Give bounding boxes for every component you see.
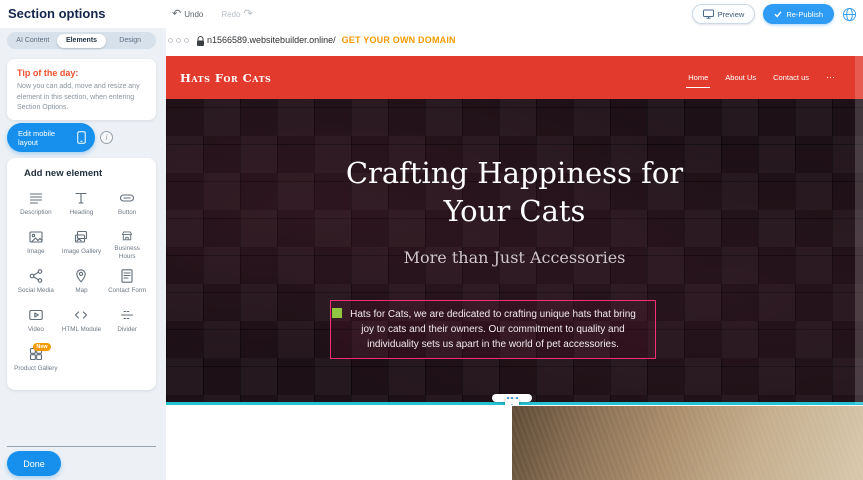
divider-icon bbox=[119, 307, 135, 323]
tab-design[interactable]: Design bbox=[106, 34, 155, 48]
sidebar: AI Content Elements Design Tip of the da… bbox=[0, 28, 166, 480]
nav-more-icon[interactable]: ⋯ bbox=[826, 72, 836, 83]
browser-window-dots bbox=[168, 38, 189, 43]
element-label: Contact Form bbox=[108, 287, 146, 295]
element-image-gallery[interactable]: Image Gallery bbox=[59, 225, 105, 263]
nav-home[interactable]: Home bbox=[688, 73, 708, 82]
element-button[interactable]: Button bbox=[104, 186, 150, 224]
element-product-gallery[interactable]: New Product Gallery bbox=[13, 342, 59, 380]
page-title: Section options bbox=[8, 6, 106, 21]
sidebar-divider bbox=[7, 446, 156, 447]
element-video[interactable]: Video bbox=[13, 303, 59, 341]
element-business-hours[interactable]: Business Hours bbox=[104, 225, 150, 263]
tip-title: Tip of the day: bbox=[17, 68, 146, 78]
undo-icon: ↶ bbox=[172, 9, 181, 20]
html-module-icon bbox=[73, 307, 89, 323]
element-label: Image Gallery bbox=[62, 248, 101, 256]
info-icon[interactable]: i bbox=[100, 131, 113, 144]
check-icon bbox=[774, 10, 782, 18]
site-nav: Home About Us Contact us ⋯ bbox=[688, 56, 836, 99]
nav-contact-us[interactable]: Contact us bbox=[773, 73, 809, 82]
cat-photo-image[interactable] bbox=[512, 406, 863, 480]
edit-mobile-label: Edit mobile layout bbox=[18, 129, 77, 147]
elements-grid: Description Heading Button Image Image G… bbox=[13, 186, 150, 380]
business-hours-icon bbox=[119, 229, 135, 242]
element-label: Heading bbox=[70, 209, 93, 217]
tip-body: Now you can add, move and resize any ele… bbox=[17, 82, 146, 114]
undo-button[interactable]: ↶ Undo bbox=[172, 9, 203, 20]
preview-button[interactable]: Preview bbox=[692, 4, 756, 24]
element-label: Social Media bbox=[18, 287, 54, 295]
tip-card: Tip of the day: Now you can add, move an… bbox=[7, 59, 156, 120]
button-icon bbox=[119, 190, 135, 206]
window-dot bbox=[184, 38, 189, 43]
element-map[interactable]: Map bbox=[59, 264, 105, 302]
redo-button[interactable]: Redo ↷ bbox=[221, 9, 252, 20]
element-label: Video bbox=[28, 326, 44, 334]
phone-icon bbox=[77, 131, 86, 144]
element-label: Divider bbox=[117, 326, 137, 334]
image-gallery-icon bbox=[73, 229, 89, 245]
video-icon bbox=[28, 307, 44, 323]
element-image[interactable]: Image bbox=[13, 225, 59, 263]
hero-section[interactable]: Crafting Happiness for Your Cats More th… bbox=[166, 99, 863, 404]
tab-ai-content[interactable]: AI Content bbox=[9, 34, 58, 48]
image-icon bbox=[28, 229, 44, 245]
get-domain-link[interactable]: GET YOUR OWN DOMAIN bbox=[342, 35, 456, 45]
add-panel-title: Add new element bbox=[24, 168, 150, 179]
redo-icon: ↷ bbox=[243, 9, 252, 20]
topbar: Section options ↶ Undo Redo ↷ Preview bbox=[0, 0, 863, 28]
map-icon bbox=[73, 268, 89, 284]
hero-heading[interactable]: Crafting Happiness for Your Cats bbox=[320, 154, 710, 231]
republish-label: Re-Publish bbox=[786, 10, 823, 19]
monitor-icon bbox=[703, 9, 714, 19]
hero-paragraph-text: Hats for Cats, we are dedicated to craft… bbox=[350, 309, 636, 350]
address-bar: n1566589.websitebuilder.online/ GET YOUR… bbox=[207, 35, 456, 45]
element-label: Description bbox=[20, 209, 52, 217]
site-logo[interactable]: Hats For Cats bbox=[180, 71, 271, 85]
element-heading[interactable]: Heading bbox=[59, 186, 105, 224]
tab-elements[interactable]: Elements bbox=[57, 34, 106, 48]
element-social-media[interactable]: Social Media bbox=[13, 264, 59, 302]
element-html-module[interactable]: HTML Module bbox=[59, 303, 105, 341]
window-dot bbox=[168, 38, 173, 43]
republish-button[interactable]: Re-Publish bbox=[763, 4, 834, 24]
element-label: Button bbox=[118, 209, 136, 217]
hero-subheading[interactable]: More than Just Accessories bbox=[404, 248, 626, 267]
site-preview: Hats For Cats Home About Us Contact us ⋯… bbox=[166, 56, 863, 480]
element-label: Map bbox=[75, 287, 87, 295]
nav-about-us[interactable]: About Us bbox=[725, 73, 756, 82]
social-media-icon bbox=[28, 268, 44, 284]
site-url: n1566589.websitebuilder.online/ bbox=[207, 35, 336, 45]
site-header: Hats For Cats Home About Us Contact us ⋯ bbox=[166, 56, 863, 99]
new-badge: New bbox=[33, 343, 50, 351]
window-dot bbox=[176, 38, 181, 43]
redo-label: Redo bbox=[221, 10, 240, 19]
element-label: Business Hours bbox=[105, 245, 149, 261]
lock-icon bbox=[196, 34, 205, 52]
undo-label: Undo bbox=[184, 10, 203, 19]
description-icon bbox=[28, 190, 44, 206]
element-label: Product Gallery bbox=[14, 365, 57, 373]
element-label: HTML Module bbox=[62, 326, 101, 334]
sidebar-tabs: AI Content Elements Design bbox=[7, 32, 156, 49]
drag-handle-green[interactable] bbox=[332, 308, 342, 318]
done-button[interactable]: Done bbox=[7, 451, 61, 476]
edit-mobile-layout-button[interactable]: Edit mobile layout bbox=[7, 123, 95, 152]
preview-scrollbar[interactable] bbox=[855, 56, 863, 404]
app-window: Section options ↶ Undo Redo ↷ Preview bbox=[0, 0, 863, 480]
element-label: Image bbox=[27, 248, 45, 256]
globe-icon[interactable] bbox=[842, 7, 857, 22]
topbar-actions: Preview Re-Publish bbox=[692, 4, 857, 24]
preview-label: Preview bbox=[718, 10, 745, 19]
history-controls: ↶ Undo Redo ↷ bbox=[172, 0, 253, 28]
element-description[interactable]: Description bbox=[13, 186, 59, 224]
contact-form-icon bbox=[119, 268, 135, 284]
heading-icon bbox=[73, 190, 89, 206]
element-divider[interactable]: Divider bbox=[104, 303, 150, 341]
element-contact-form[interactable]: Contact Form bbox=[104, 264, 150, 302]
next-section bbox=[166, 405, 863, 480]
add-element-panel: Add new element Description Heading Butt… bbox=[7, 158, 156, 390]
hero-paragraph-selected[interactable]: Hats for Cats, we are dedicated to craft… bbox=[330, 300, 656, 359]
